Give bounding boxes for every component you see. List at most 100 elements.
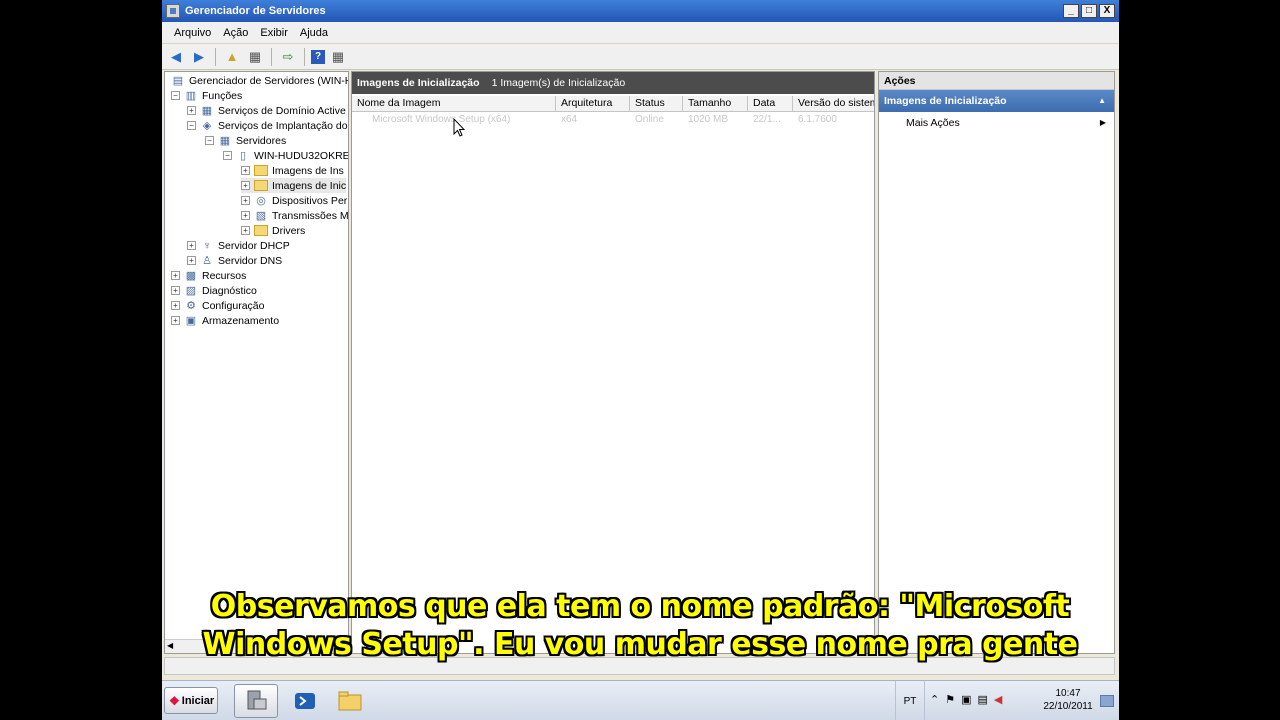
collapse-icon[interactable]: − bbox=[187, 121, 196, 130]
system-tray: ⌃ ⚑ ▣ ▤ ◀ bbox=[930, 693, 1002, 706]
tree-item[interactable]: − ▯ WIN-HUDU32OKRE bbox=[223, 148, 349, 163]
menu-exibir[interactable]: Exibir bbox=[254, 27, 294, 39]
clock-date: 22/10/2011 bbox=[1043, 701, 1093, 712]
multicast-icon: ▧ bbox=[255, 210, 267, 222]
submenu-arrow-icon: ▶ bbox=[1099, 118, 1106, 127]
clock[interactable]: 10:47 22/10/2011 bbox=[1038, 687, 1098, 713]
toolbar-divider bbox=[271, 47, 272, 66]
tree-item[interactable]: ▤ Gerenciador de Servidores (WIN-HU bbox=[171, 73, 349, 88]
tree-item[interactable]: + ⚙ Configuração bbox=[171, 298, 264, 313]
clock-time: 10:47 bbox=[1055, 688, 1081, 699]
folder-icon bbox=[254, 179, 268, 192]
language-indicator[interactable]: PT bbox=[895, 681, 925, 720]
show-hide-actions-icon[interactable]: ▦ bbox=[328, 48, 348, 66]
volume-muted-icon[interactable]: ◀ bbox=[994, 693, 1002, 706]
expand-icon[interactable]: + bbox=[171, 301, 180, 310]
tree-item-label: Imagens de Inic bbox=[272, 179, 347, 192]
tree-item[interactable]: + ♆ Servidor DHCP bbox=[187, 238, 290, 253]
tree-item[interactable]: − ◈ Serviços de Implantação do bbox=[187, 118, 348, 133]
more-actions-item[interactable]: Mais Ações ▶ bbox=[879, 112, 1114, 134]
collapse-icon[interactable]: − bbox=[171, 91, 180, 100]
tree-item-label: Gerenciador de Servidores (WIN-HU bbox=[189, 74, 349, 87]
results-count: 1 Imagem(s) de Inicialização bbox=[491, 77, 626, 89]
expand-icon[interactable]: + bbox=[241, 166, 250, 175]
expand-icon[interactable]: + bbox=[171, 316, 180, 325]
collapse-icon[interactable]: − bbox=[205, 136, 214, 145]
roles-icon: ▥ bbox=[185, 90, 197, 102]
close-button[interactable]: X bbox=[1099, 4, 1115, 18]
taskbar-server-manager-icon[interactable] bbox=[234, 684, 278, 718]
expand-icon[interactable]: + bbox=[241, 211, 250, 220]
tree-item-label: Imagens de Ins bbox=[272, 164, 344, 177]
more-actions-label: Mais Ações bbox=[906, 117, 960, 129]
column-arquitetura[interactable]: Arquitetura bbox=[556, 96, 630, 111]
folder-icon bbox=[254, 224, 268, 237]
tree-item[interactable]: + ▧ Transmissões M bbox=[241, 208, 348, 223]
column-data[interactable]: Data bbox=[748, 96, 793, 111]
column-versao[interactable]: Versão do sistem bbox=[793, 96, 874, 111]
window-titlebar[interactable]: Gerenciador de Servidores _ □ X bbox=[162, 0, 1119, 22]
start-button[interactable]: ❖ Iniciar bbox=[164, 687, 218, 714]
tree-item-label: Funções bbox=[202, 89, 243, 102]
tree-item[interactable]: + Imagens de Inic bbox=[241, 178, 347, 193]
expand-icon[interactable]: + bbox=[241, 226, 250, 235]
tree-item-label: Dispositivos Per bbox=[272, 194, 348, 207]
minimize-button[interactable]: _ bbox=[1063, 4, 1079, 18]
server-icon: ▯ bbox=[239, 150, 247, 162]
expand-icon[interactable]: + bbox=[187, 241, 196, 250]
show-desktop-button[interactable] bbox=[1100, 695, 1114, 707]
expand-icon[interactable]: + bbox=[187, 106, 196, 115]
help-icon[interactable]: ? bbox=[311, 49, 325, 64]
tree-item[interactable]: + ▩ Recursos bbox=[171, 268, 246, 283]
forward-arrow-icon[interactable]: ▶ bbox=[189, 48, 209, 66]
expand-icon[interactable]: + bbox=[241, 196, 250, 205]
tree-item-label: Servidor DHCP bbox=[218, 239, 290, 252]
maximize-button[interactable]: □ bbox=[1081, 4, 1097, 18]
table-row[interactable]: Microsoft Windows Setup (x64) x64 Online… bbox=[352, 112, 874, 128]
navigation-tree[interactable]: ▤ Gerenciador de Servidores (WIN-HU − ▥ Funç… bbox=[164, 71, 349, 654]
column-tamanho[interactable]: Tamanho bbox=[683, 96, 748, 111]
start-label: Iniciar bbox=[181, 694, 215, 707]
tree-item[interactable]: + ♙ Servidor DNS bbox=[187, 253, 282, 268]
tree-item[interactable]: + ▦ Serviços de Domínio Active bbox=[187, 103, 346, 118]
expand-icon[interactable]: + bbox=[171, 286, 180, 295]
up-folder-icon[interactable]: ▲ bbox=[222, 48, 242, 66]
show-hide-tree-icon[interactable]: ▦ bbox=[245, 48, 265, 66]
collapse-icon[interactable]: − bbox=[223, 151, 232, 160]
show-hidden-icons-icon[interactable]: ⌃ bbox=[930, 693, 939, 706]
column-status[interactable]: Status bbox=[630, 96, 683, 111]
tree-item-label: Configuração bbox=[202, 299, 265, 312]
export-list-icon[interactable]: ⇨ bbox=[278, 48, 298, 66]
column-nome-da-imagem[interactable]: Nome da Imagem bbox=[352, 96, 556, 111]
tree-item[interactable]: − ▥ Funções bbox=[171, 88, 242, 103]
expand-icon[interactable]: + bbox=[171, 271, 180, 280]
actions-section-header[interactable]: Imagens de Inicialização ▲ bbox=[879, 90, 1114, 112]
cell-status: Online bbox=[635, 114, 664, 125]
back-arrow-icon[interactable]: ◀ bbox=[166, 48, 186, 66]
windows-logo-icon: ❖ bbox=[169, 693, 180, 708]
menu-acao[interactable]: Ação bbox=[217, 27, 254, 39]
menu-bar: Arquivo Ação Exibir Ajuda bbox=[162, 22, 1119, 44]
network-icon[interactable]: ▤ bbox=[978, 693, 988, 706]
tree-item-label: WIN-HUDU32OKRE bbox=[254, 149, 349, 162]
tree-item[interactable]: + ▨ Diagnóstico bbox=[171, 283, 257, 298]
wds-icon: ◈ bbox=[202, 120, 212, 132]
taskbar-explorer-icon[interactable] bbox=[328, 684, 372, 718]
tree-item[interactable]: − ▦ Servidores bbox=[205, 133, 286, 148]
menu-arquivo[interactable]: Arquivo bbox=[168, 27, 217, 39]
results-pane: Imagens de Inicialização 1 Imagem(s) de … bbox=[351, 71, 875, 654]
config-icon: ⚙ bbox=[186, 300, 196, 312]
menu-ajuda[interactable]: Ajuda bbox=[294, 27, 334, 39]
tray-device-icon[interactable]: ▣ bbox=[961, 693, 971, 706]
expand-icon[interactable]: + bbox=[241, 181, 250, 190]
expand-icon[interactable]: + bbox=[187, 256, 196, 265]
collapse-caret-icon[interactable]: ▲ bbox=[1098, 90, 1106, 112]
tree-item[interactable]: + Drivers bbox=[241, 223, 305, 238]
cell-architecture: x64 bbox=[561, 114, 578, 125]
tree-item[interactable]: + ▣ Armazenamento bbox=[171, 313, 279, 328]
tree-item[interactable]: + ◎ Dispositivos Per bbox=[241, 193, 347, 208]
tree-item[interactable]: + Imagens de Ins bbox=[241, 163, 344, 178]
taskbar-powershell-icon[interactable] bbox=[283, 684, 327, 718]
action-center-flag-icon[interactable]: ⚑ bbox=[945, 693, 955, 706]
mouse-cursor-icon bbox=[453, 118, 465, 137]
